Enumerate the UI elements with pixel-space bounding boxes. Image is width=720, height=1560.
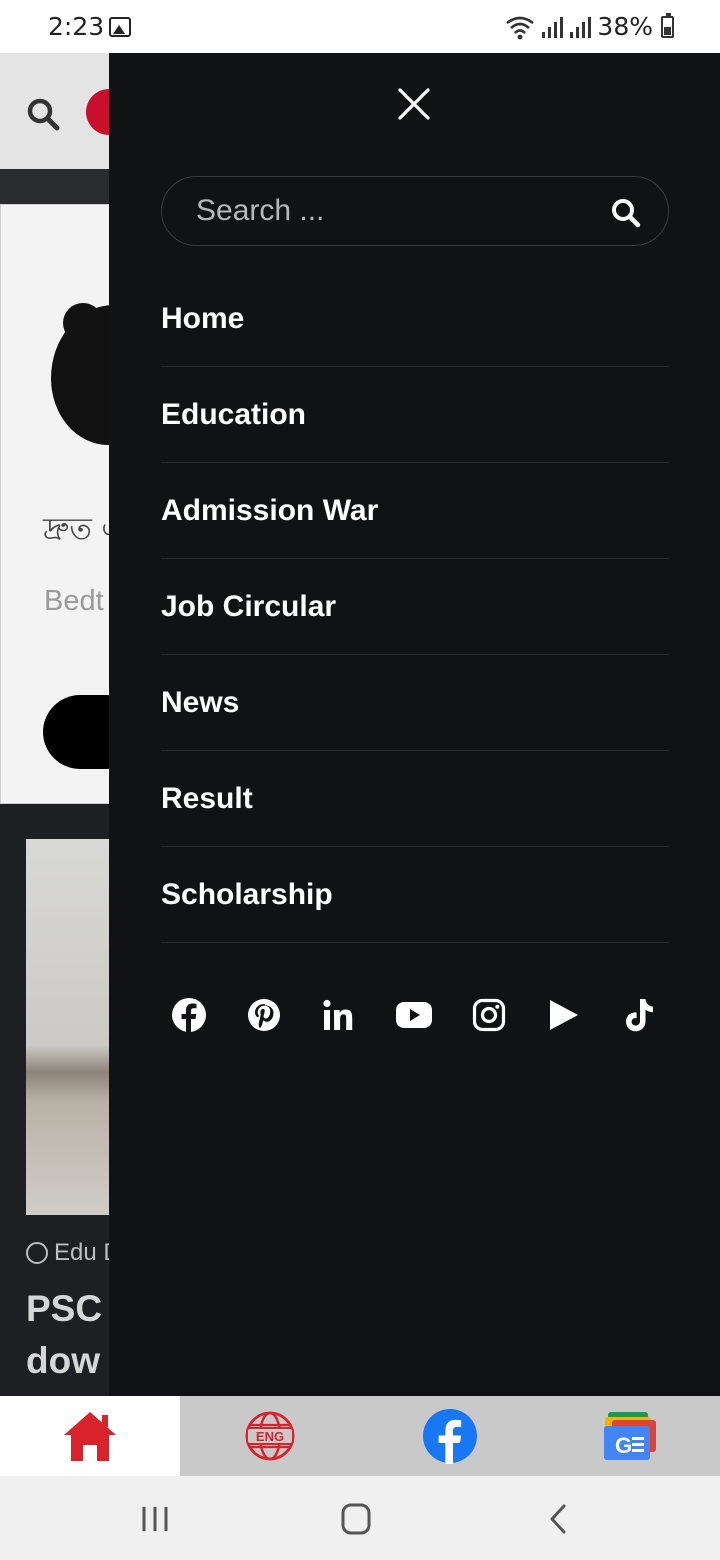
close-icon[interactable] (394, 84, 434, 124)
tab-google-news[interactable]: G (540, 1396, 720, 1476)
linkedin-icon[interactable] (319, 995, 359, 1035)
social-links (169, 993, 659, 1037)
menu-item-job-circular[interactable]: Job Circular (161, 559, 669, 655)
drawer-menu: Home Education Admission War Job Circula… (161, 271, 669, 943)
home-icon (64, 1412, 116, 1461)
nav-drawer: Home Education Admission War Job Circula… (109, 53, 720, 1396)
menu-item-label: Admission War (161, 493, 379, 527)
search-icon[interactable] (26, 97, 60, 131)
recent-apps-icon[interactable] (135, 1502, 175, 1536)
promo-subtitle: Bedt (44, 585, 104, 617)
drawer-search-box (161, 176, 669, 246)
back-icon[interactable] (538, 1502, 578, 1536)
g-label: G (615, 1433, 632, 1458)
tiktok-icon[interactable] (619, 995, 659, 1035)
menu-item-result[interactable]: Result (161, 751, 669, 847)
post-title-line: PSC (26, 1288, 103, 1329)
signal-icon (570, 16, 592, 38)
youtube-icon[interactable] (394, 995, 434, 1035)
bottom-nav: ENG G (0, 1396, 720, 1476)
pinterest-icon[interactable] (244, 995, 284, 1035)
menu-item-label: News (161, 685, 240, 719)
english-globe-icon: ENG (245, 1411, 295, 1461)
menu-item-label: Home (161, 301, 245, 335)
menu-item-label: Job Circular (161, 589, 337, 623)
post-title-line: dow (26, 1340, 100, 1381)
wifi-icon (506, 16, 535, 39)
status-right-group: 38% (505, 12, 674, 41)
promo-illustration-ear (63, 303, 103, 343)
instagram-icon[interactable] (469, 995, 509, 1035)
status-time: 2:23 (48, 12, 105, 41)
facebook-icon[interactable] (169, 995, 209, 1035)
battery-icon (661, 12, 674, 38)
battery-percent: 38% (597, 12, 653, 41)
menu-item-label: Scholarship (161, 877, 333, 911)
tab-english[interactable]: ENG (180, 1396, 360, 1476)
menu-item-admission-war[interactable]: Admission War (161, 463, 669, 559)
facebook-icon (423, 1409, 477, 1464)
tab-facebook[interactable] (360, 1396, 540, 1476)
status-bar: 2:23 38% (0, 0, 720, 53)
signal-icon (542, 16, 564, 38)
play-icon[interactable] (544, 995, 584, 1035)
image-icon (109, 17, 131, 37)
search-icon[interactable] (610, 197, 642, 229)
post-meta: Edu D (26, 1239, 121, 1267)
post-title[interactable]: PSC dow (26, 1283, 102, 1387)
home-button-icon[interactable] (336, 1502, 376, 1536)
menu-item-scholarship[interactable]: Scholarship (161, 847, 669, 943)
menu-item-news[interactable]: News (161, 655, 669, 751)
system-nav-bar (0, 1476, 720, 1560)
menu-item-education[interactable]: Education (161, 367, 669, 463)
menu-item-label: Education (161, 397, 307, 431)
search-input[interactable] (196, 177, 596, 245)
tab-home[interactable] (0, 1396, 180, 1476)
user-icon (26, 1242, 48, 1264)
google-news-icon: G (604, 1412, 656, 1460)
eng-label: ENG (256, 1429, 284, 1444)
menu-item-label: Result (161, 781, 253, 815)
menu-item-home[interactable]: Home (161, 271, 669, 367)
